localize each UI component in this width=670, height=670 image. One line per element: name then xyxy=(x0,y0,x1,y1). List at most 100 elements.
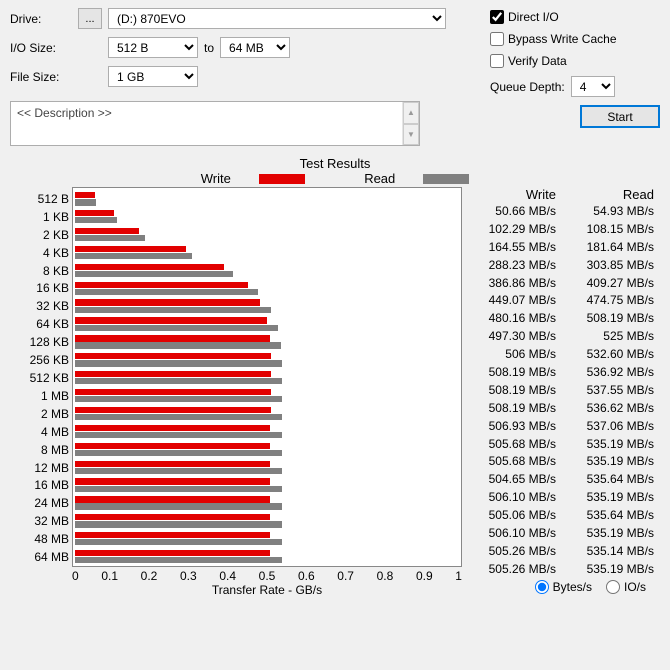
y-axis-label: 64 MB xyxy=(19,550,69,564)
cell-write: 506 MB/s xyxy=(464,347,562,361)
legend-write-swatch xyxy=(259,174,305,184)
table-row: 102.29 MB/s108.15 MB/s xyxy=(464,220,660,238)
write-bar xyxy=(75,282,248,288)
table-row: 506 MB/s532.60 MB/s xyxy=(464,345,660,363)
table-row: 288.23 MB/s303.85 MB/s xyxy=(464,256,660,274)
write-bar xyxy=(75,192,95,198)
bar-row xyxy=(75,369,459,387)
table-row: 505.26 MB/s535.19 MB/s xyxy=(464,560,660,578)
bar-row xyxy=(75,387,459,405)
col-read-header: Read xyxy=(562,187,660,202)
write-bar xyxy=(75,264,224,270)
cell-write: 449.07 MB/s xyxy=(464,293,562,307)
bar-row xyxy=(75,405,459,423)
y-axis-label: 32 KB xyxy=(19,299,69,313)
x-tick-label: 0.3 xyxy=(180,569,197,583)
write-bar xyxy=(75,407,271,413)
description-box[interactable]: << Description >> ▲ ▼ xyxy=(10,101,420,146)
filesize-select[interactable]: 1 GB xyxy=(108,66,198,87)
y-axis-label: 2 MB xyxy=(19,407,69,421)
bar-row xyxy=(75,440,459,458)
bar-row xyxy=(75,458,459,476)
bypass-input[interactable] xyxy=(490,32,504,46)
results-panel: Test Results Write Read 512 B1 KB2 KB4 K… xyxy=(0,152,670,597)
read-bar xyxy=(75,486,282,492)
write-bar xyxy=(75,299,260,305)
verify-checkbox[interactable]: Verify Data xyxy=(490,54,660,68)
read-bar xyxy=(75,396,282,402)
scroll-down-icon[interactable]: ▼ xyxy=(403,124,419,146)
unit-bytes-radio[interactable]: Bytes/s xyxy=(535,580,592,594)
cell-write: 288.23 MB/s xyxy=(464,258,562,272)
table-row: 449.07 MB/s474.75 MB/s xyxy=(464,291,660,309)
bar-row xyxy=(75,494,459,512)
cell-read: 108.15 MB/s xyxy=(562,222,660,236)
cell-write: 505.26 MB/s xyxy=(464,562,562,576)
iosize-to-select[interactable]: 64 MB xyxy=(220,37,290,58)
write-bar xyxy=(75,353,271,359)
iosize-label: I/O Size: xyxy=(10,41,78,55)
to-label: to xyxy=(204,41,214,55)
x-tick-label: 0.1 xyxy=(101,569,118,583)
y-axis-label: 512 KB xyxy=(19,371,69,385)
y-axis-label: 4 KB xyxy=(19,246,69,260)
x-tick-label: 0 xyxy=(72,569,79,583)
cell-write: 506.10 MB/s xyxy=(464,526,562,540)
description-scroll[interactable]: ▲ ▼ xyxy=(402,102,419,145)
unit-ios-radio[interactable]: IO/s xyxy=(606,580,646,594)
cell-write: 102.29 MB/s xyxy=(464,222,562,236)
cell-read: 54.93 MB/s xyxy=(562,204,660,218)
drive-select[interactable]: (D:) 870EVO xyxy=(108,8,446,29)
bypass-checkbox[interactable]: Bypass Write Cache xyxy=(490,32,660,46)
results-title: Test Results xyxy=(10,156,660,171)
iosize-from-select[interactable]: 512 B xyxy=(108,37,198,58)
direct-io-checkbox[interactable]: Direct I/O xyxy=(490,10,660,24)
y-axis-label: 2 KB xyxy=(19,228,69,242)
read-bar xyxy=(75,468,282,474)
table-row: 164.55 MB/s181.64 MB/s xyxy=(464,238,660,256)
browse-button[interactable]: ... xyxy=(78,8,102,29)
write-bar xyxy=(75,532,270,538)
settings-panel: Drive: ... (D:) 870EVO I/O Size: 512 B t… xyxy=(0,0,670,152)
y-axis-label: 12 MB xyxy=(19,461,69,475)
filesize-label: File Size: xyxy=(10,70,78,84)
cell-write: 506.93 MB/s xyxy=(464,419,562,433)
bar-row xyxy=(75,351,459,369)
direct-io-input[interactable] xyxy=(490,10,504,24)
read-bar xyxy=(75,253,192,259)
chart-bars xyxy=(75,190,459,564)
read-bar xyxy=(75,378,282,384)
chart-legend: Write Read xyxy=(10,171,660,186)
cell-read: 536.92 MB/s xyxy=(562,365,660,379)
description-placeholder: << Description >> xyxy=(11,102,402,145)
y-axis-label: 16 KB xyxy=(19,281,69,295)
verify-input[interactable] xyxy=(490,54,504,68)
bar-row xyxy=(75,297,459,315)
read-bar xyxy=(75,503,282,509)
write-bar xyxy=(75,425,270,431)
x-tick-label: 0.6 xyxy=(298,569,315,583)
y-axis-label: 32 MB xyxy=(19,514,69,528)
write-bar xyxy=(75,514,270,520)
read-bar xyxy=(75,271,233,277)
table-row: 505.68 MB/s535.19 MB/s xyxy=(464,452,660,470)
bar-row xyxy=(75,548,459,566)
cell-read: 303.85 MB/s xyxy=(562,258,660,272)
write-bar xyxy=(75,478,270,484)
read-bar xyxy=(75,360,282,366)
chart-x-title: Transfer Rate - GB/s xyxy=(72,583,462,597)
y-axis-label: 1 KB xyxy=(19,210,69,224)
cell-write: 505.06 MB/s xyxy=(464,508,562,522)
cell-read: 535.19 MB/s xyxy=(562,454,660,468)
cell-write: 497.30 MB/s xyxy=(464,329,562,343)
scroll-up-icon[interactable]: ▲ xyxy=(403,102,419,124)
read-bar xyxy=(75,521,282,527)
x-tick-label: 0.4 xyxy=(219,569,236,583)
queue-depth-select[interactable]: 4 xyxy=(571,76,615,97)
cell-write: 480.16 MB/s xyxy=(464,311,562,325)
cell-read: 535.14 MB/s xyxy=(562,544,660,558)
start-button[interactable]: Start xyxy=(580,105,660,128)
y-axis-label: 48 MB xyxy=(19,532,69,546)
cell-write: 508.19 MB/s xyxy=(464,401,562,415)
read-bar xyxy=(75,557,282,563)
